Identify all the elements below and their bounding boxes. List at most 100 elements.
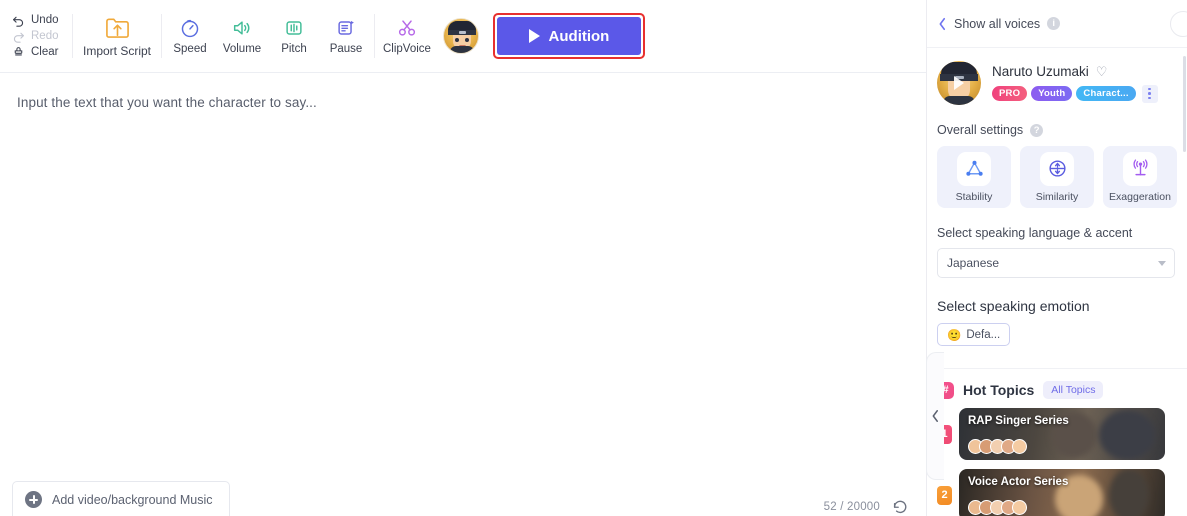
emotion-chip-default[interactable]: 🙂 Defa... bbox=[937, 323, 1011, 346]
add-media-button[interactable]: Add video/background Music bbox=[12, 481, 230, 516]
undo-icon bbox=[13, 16, 24, 27]
hot-topic-title-1: RAP Singer Series bbox=[968, 415, 1069, 427]
audition-label: Audition bbox=[548, 27, 610, 45]
import-folder-icon bbox=[105, 18, 129, 38]
antenna-broadcast-icon bbox=[1123, 151, 1157, 186]
speed-label: Speed bbox=[173, 43, 207, 55]
undo-button[interactable]: Undo bbox=[12, 14, 60, 27]
collapse-panel-handle[interactable] bbox=[926, 352, 944, 480]
overall-settings-row: Stability Similarity Exaggeration bbox=[927, 137, 1187, 208]
redo-label: Redo bbox=[31, 30, 59, 42]
plus-icon bbox=[25, 491, 42, 508]
chevron-left-icon bbox=[932, 410, 938, 422]
hot-topic-rank-2: 2 bbox=[937, 485, 952, 505]
chevron-down-icon bbox=[1158, 261, 1166, 266]
emotion-label: Select speaking emotion bbox=[937, 298, 1090, 314]
volume-icon bbox=[233, 21, 250, 35]
hot-topic-title-2: Voice Actor Series bbox=[968, 476, 1069, 488]
overall-settings-title: Overall settings bbox=[937, 123, 1024, 137]
toolbar-divider-2 bbox=[161, 14, 162, 58]
redo-button[interactable]: Redo bbox=[12, 30, 60, 43]
similarity-circle-icon bbox=[1040, 151, 1074, 186]
panel-body: Naruto Uzumaki ♡ PRO Youth Charact... Ov… bbox=[927, 48, 1187, 516]
clear-label: Clear bbox=[31, 46, 59, 58]
badge-pro: PRO bbox=[992, 86, 1028, 101]
badge-youth: Youth bbox=[1031, 86, 1073, 101]
voice-name: Naruto Uzumaki bbox=[992, 64, 1089, 79]
pitch-label: Pitch bbox=[281, 43, 307, 55]
voice-badges: PRO Youth Charact... bbox=[992, 84, 1177, 103]
pause-button[interactable]: Pause bbox=[320, 13, 372, 59]
badge-character: Charact... bbox=[1076, 86, 1136, 101]
clipvoice-button[interactable]: ClipVoice bbox=[377, 13, 437, 59]
toolbar-divider bbox=[72, 14, 73, 58]
language-select[interactable]: Japanese bbox=[937, 248, 1175, 278]
refresh-button[interactable] bbox=[891, 497, 909, 515]
toolbar-divider-3 bbox=[374, 14, 375, 58]
editor-toolbar: Undo Redo Clear Import Script Speed Volu… bbox=[0, 0, 926, 73]
hot-topic-item-2: 2 Voice Actor Series bbox=[927, 460, 1187, 516]
panel-header: Show all voices i bbox=[927, 0, 1187, 48]
hot-topics-header: # Hot Topics All Topics bbox=[927, 369, 1187, 399]
favorite-heart-icon[interactable]: ♡ bbox=[1096, 64, 1108, 80]
editor-pane: Undo Redo Clear Import Script Speed Volu… bbox=[0, 0, 927, 516]
editor-footer: Add video/background Music 52 / 20000 bbox=[0, 458, 926, 516]
hot-topic-thumbnail-1[interactable]: RAP Singer Series bbox=[959, 408, 1165, 460]
voice-info: Naruto Uzumaki ♡ PRO Youth Charact... bbox=[992, 64, 1177, 103]
overall-settings-help-icon[interactable]: ? bbox=[1030, 123, 1044, 137]
audition-highlight: Audition bbox=[492, 13, 645, 59]
hot-topic-thumbnail-2[interactable]: Voice Actor Series bbox=[959, 469, 1165, 516]
language-label: Select speaking language & accent bbox=[937, 226, 1133, 240]
clear-button[interactable]: Clear bbox=[12, 46, 60, 59]
voice-more-options-icon[interactable] bbox=[1141, 84, 1158, 103]
info-icon[interactable]: i bbox=[1047, 17, 1061, 30]
setting-exaggeration[interactable]: Exaggeration bbox=[1103, 146, 1177, 208]
redo-icon bbox=[13, 32, 24, 43]
setting-similarity-label: Similarity bbox=[1035, 190, 1079, 203]
refresh-icon bbox=[893, 500, 907, 514]
hot-topic-faces-2 bbox=[968, 500, 1027, 515]
pitch-icon bbox=[286, 21, 302, 35]
setting-stability[interactable]: Stability bbox=[937, 146, 1011, 208]
avatar-collar bbox=[449, 46, 474, 53]
avatar-eye-left bbox=[454, 38, 459, 42]
play-icon bbox=[528, 29, 540, 43]
add-media-label: Add video/background Music bbox=[52, 492, 213, 507]
back-chevron-icon[interactable] bbox=[938, 17, 947, 31]
undo-label: Undo bbox=[31, 14, 59, 26]
scissors-icon bbox=[398, 20, 416, 36]
thumb2-figure-b bbox=[1109, 469, 1149, 516]
script-editor-area[interactable]: Input the text that you want the charact… bbox=[0, 73, 926, 458]
setting-exaggeration-label: Exaggeration bbox=[1109, 190, 1171, 203]
script-placeholder: Input the text that you want the charact… bbox=[17, 95, 317, 110]
audition-button[interactable]: Audition bbox=[496, 17, 641, 55]
import-script-label: Import Script bbox=[82, 43, 151, 58]
clipvoice-label: ClipVoice bbox=[383, 43, 431, 55]
show-all-voices-link[interactable]: Show all voices bbox=[954, 17, 1040, 31]
avatar-eye-right bbox=[464, 38, 469, 42]
volume-button[interactable]: Volume bbox=[216, 13, 268, 59]
voice-avatar[interactable] bbox=[937, 61, 981, 105]
character-counter: 52 / 20000 bbox=[823, 501, 880, 513]
speed-button[interactable]: Speed bbox=[164, 13, 216, 59]
pitch-button[interactable]: Pitch bbox=[268, 13, 320, 59]
import-script-button[interactable]: Import Script bbox=[75, 11, 159, 62]
triangle-nodes-icon bbox=[957, 151, 991, 186]
speed-icon bbox=[181, 19, 199, 38]
panel-scrollbar[interactable] bbox=[1183, 56, 1186, 152]
history-group: Undo Redo Clear bbox=[8, 14, 70, 59]
hot-topic-item-1: 1 RAP Singer Series bbox=[927, 399, 1187, 460]
overall-settings-title-row: Overall settings ? bbox=[927, 115, 1187, 137]
setting-similarity[interactable]: Similarity bbox=[1020, 146, 1094, 208]
all-topics-button[interactable]: All Topics bbox=[1043, 381, 1104, 399]
pause-label: Pause bbox=[329, 43, 363, 55]
voice-card: Naruto Uzumaki ♡ PRO Youth Charact... bbox=[927, 48, 1187, 115]
emotion-emoji-icon: 🙂 bbox=[947, 329, 962, 342]
selected-voice-avatar[interactable] bbox=[442, 18, 479, 54]
language-value: Japanese bbox=[947, 256, 1000, 270]
eraser-icon bbox=[14, 46, 23, 55]
thumb1-figure-b bbox=[1099, 410, 1155, 460]
volume-label: Volume bbox=[222, 43, 262, 55]
voice-play-icon bbox=[954, 76, 964, 90]
app-root: Undo Redo Clear Import Script Speed Volu… bbox=[0, 0, 1187, 516]
